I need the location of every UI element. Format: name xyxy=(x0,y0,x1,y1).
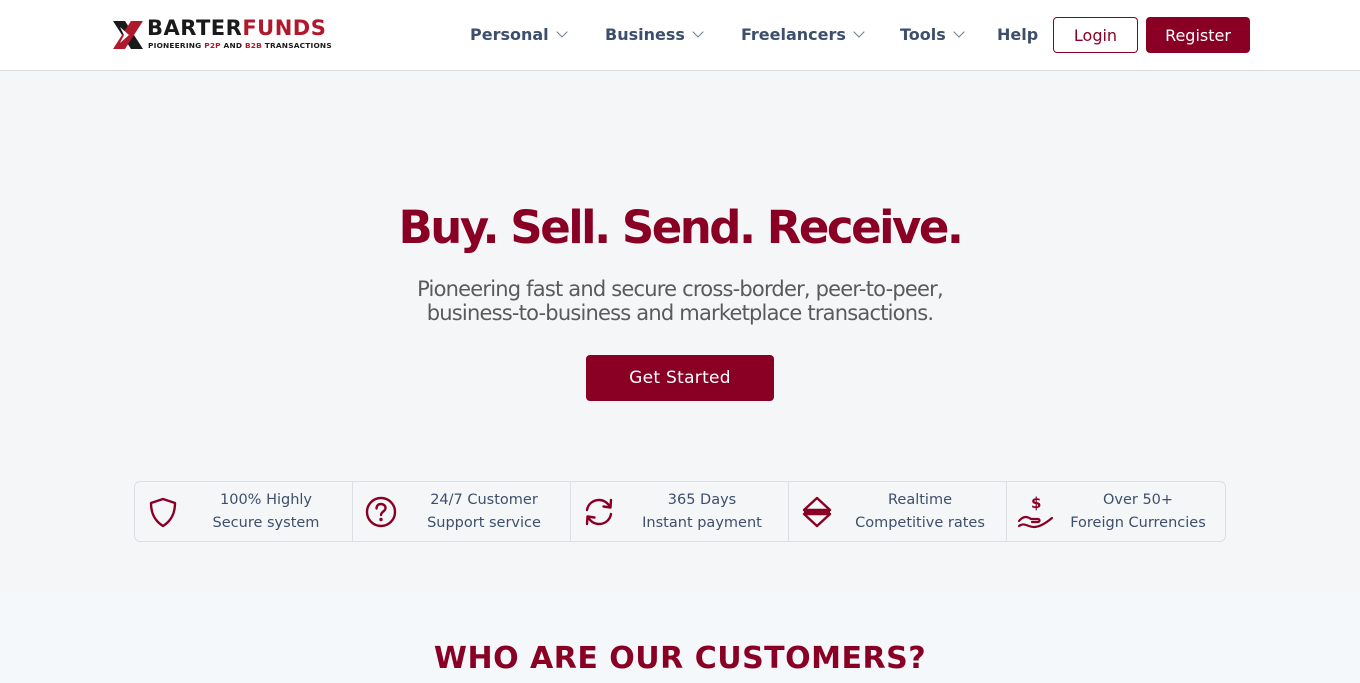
feature-line2: Competitive rates xyxy=(855,515,985,531)
nav-item-business[interactable]: Business xyxy=(605,25,704,44)
tagline-part: TRANSACTIONS xyxy=(261,41,332,50)
nav-item-help[interactable]: Help xyxy=(997,25,1038,44)
logo-word-barter: BARTER xyxy=(147,16,243,40)
nav-item-tools[interactable]: Tools xyxy=(900,25,965,44)
nav-item-freelancers[interactable]: Freelancers xyxy=(741,25,865,44)
feature-rates: Realtime Competitive rates xyxy=(789,482,1007,541)
chevron-down-icon xyxy=(555,26,568,38)
features-strip: 100% Highly Secure system 24/7 Customer … xyxy=(134,481,1226,542)
feature-text: Over 50+ Foreign Currencies xyxy=(1057,489,1219,535)
feature-instant: 365 Days Instant payment xyxy=(571,482,789,541)
barterfunds-logo[interactable]: BARTERFUNDS PIONEERING P2P AND B2B TRANS… xyxy=(111,15,332,57)
tagline-b2b: B2B xyxy=(244,41,262,50)
feature-currencies: $ Over 50+ Foreign Currencies xyxy=(1007,482,1225,541)
feature-text: 24/7 Customer Support service xyxy=(403,489,565,535)
feature-text: 100% Highly Secure system xyxy=(185,489,347,535)
tagline-p2p: P2P xyxy=(204,41,221,50)
feature-line2: Support service xyxy=(427,515,541,531)
nav-label: Tools xyxy=(900,25,946,44)
money-hand-icon: $ xyxy=(1017,494,1054,529)
nav-label: Personal xyxy=(470,25,549,44)
tagline-part: PIONEERING xyxy=(148,41,205,50)
nav-item-personal[interactable]: Personal xyxy=(470,25,568,44)
shield-icon xyxy=(149,497,177,528)
tagline-part: AND xyxy=(220,41,245,50)
customers-section-title: WHO ARE OUR CUSTOMERS? xyxy=(433,641,927,676)
feature-text: 365 Days Instant payment xyxy=(621,489,783,535)
feature-line2: Instant payment xyxy=(642,515,762,531)
logo-x-icon xyxy=(113,21,143,49)
chevron-down-icon xyxy=(853,26,865,38)
hero-subtitle-line: Pioneering fast and secure cross-border,… xyxy=(417,277,943,301)
get-started-button[interactable]: Get Started xyxy=(586,355,774,401)
hero-title: Buy. Sell. Send. Receive. xyxy=(398,201,964,254)
logo-wordmark: BARTERFUNDS xyxy=(147,15,326,41)
refresh-icon xyxy=(585,498,613,526)
question-circle-icon xyxy=(365,496,397,528)
feature-line1: 24/7 Customer xyxy=(430,492,538,508)
login-button[interactable]: Login xyxy=(1053,17,1138,53)
feature-secure: 100% Highly Secure system xyxy=(135,482,353,541)
svg-text:$: $ xyxy=(1031,494,1041,512)
site-header: BARTERFUNDS PIONEERING P2P AND B2B TRANS… xyxy=(0,0,1360,71)
up-down-arrows-icon xyxy=(802,496,832,528)
register-button[interactable]: Register xyxy=(1146,17,1250,53)
nav-label: Help xyxy=(997,25,1039,44)
hero-subtitle-line: business-to-business and marketplace tra… xyxy=(426,301,934,325)
nav-label: Business xyxy=(605,25,685,44)
feature-support: 24/7 Customer Support service xyxy=(353,482,571,541)
chevron-down-icon xyxy=(692,26,704,38)
feature-line1: 365 Days xyxy=(667,492,737,508)
nav-label: Freelancers xyxy=(741,25,846,44)
chevron-down-icon xyxy=(953,26,965,38)
feature-line2: Foreign Currencies xyxy=(1070,515,1206,531)
logo-tagline: PIONEERING P2P AND B2B TRANSACTIONS xyxy=(148,41,332,50)
feature-line1: Realtime xyxy=(887,492,953,508)
feature-text: Realtime Competitive rates xyxy=(839,489,1001,535)
hero-subtitle: Pioneering fast and secure cross-border,… xyxy=(330,277,1030,325)
logo-word-funds: FUNDS xyxy=(242,16,327,40)
feature-line1: 100% Highly xyxy=(220,492,312,508)
feature-line1: Over 50+ xyxy=(1102,492,1174,508)
feature-line2: Secure system xyxy=(212,515,320,531)
